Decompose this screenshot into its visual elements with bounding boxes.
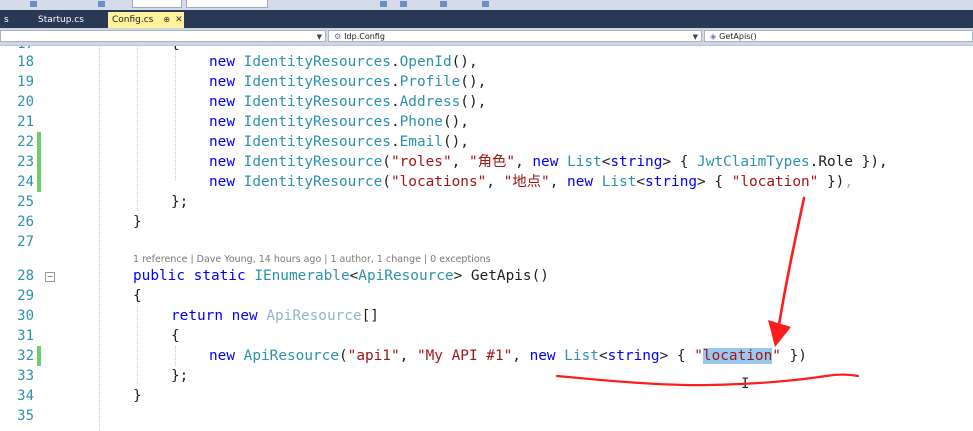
class-icon: ⚙ — [334, 32, 342, 41]
class-selector-label: Idp.Config — [344, 32, 385, 41]
line-code: return new ApiResource[] — [171, 308, 379, 324]
code-line: 35 — [0, 406, 973, 426]
format-icon[interactable] — [440, 1, 447, 7]
line-code: new ApiResource("api1", "My API #1", new… — [209, 348, 807, 364]
tab-label: Config.cs — [112, 15, 154, 25]
line-number: 32 — [17, 348, 34, 364]
collapse-icon[interactable]: − — [45, 272, 55, 282]
line-number: 34 — [17, 388, 34, 404]
line-code: new IdentityResources.Email(), — [209, 134, 469, 150]
close-icon[interactable]: ✕ — [175, 15, 183, 25]
code-line: 30 return new ApiResource[] — [0, 306, 973, 326]
code-line: 23 new IdentityResource("roles", "角色", n… — [0, 152, 973, 172]
bookmark-icon[interactable] — [482, 1, 489, 7]
code-line: 18 new IdentityResources.OpenId(), — [0, 52, 973, 72]
line-code: new IdentityResources.Profile(), — [209, 74, 487, 90]
line-code: { — [133, 288, 142, 304]
code-line: 20 new IdentityResources.Address(), — [0, 92, 973, 112]
line-code: } — [133, 388, 142, 404]
line-code: new IdentityResources.OpenId(), — [209, 54, 478, 70]
pin-icon[interactable]: ⊕ — [163, 15, 170, 24]
line-code: public static IEnumerable<ApiResource> G… — [133, 268, 549, 284]
code-line: 29 { — [0, 286, 973, 306]
line-code: new IdentityResources.Phone(), — [209, 114, 469, 130]
text-cursor-icon: I — [741, 376, 750, 392]
line-number: 28 — [17, 268, 34, 284]
line-number: 27 — [17, 234, 34, 250]
code-line: 22 new IdentityResources.Email(), — [0, 132, 973, 152]
line-code: }; — [171, 368, 189, 384]
code-line: 27 — [0, 232, 973, 252]
line-number: 18 — [17, 54, 34, 70]
code-line: 26 } — [0, 212, 973, 232]
code-line: 19 new IdentityResources.Profile(), — [0, 72, 973, 92]
line-number: 35 — [17, 408, 34, 424]
selected-text[interactable]: location — [702, 348, 773, 364]
tab-previous[interactable]: s — [0, 12, 13, 28]
code-line: 25 }; — [0, 192, 973, 212]
line-number: 22 — [17, 134, 34, 150]
forward-icon[interactable] — [98, 1, 105, 7]
line-code: new IdentityResources.Address(), — [209, 94, 487, 110]
line-code: { — [171, 328, 180, 344]
line-number: 33 — [17, 368, 34, 384]
project-selector[interactable]: ▼ — [0, 30, 326, 42]
line-code: new IdentityResource("locations", "地点", … — [209, 174, 853, 190]
platform-dropdown[interactable] — [186, 0, 268, 8]
line-number: 29 — [17, 288, 34, 304]
line-number: 20 — [17, 94, 34, 110]
change-marker — [37, 172, 41, 192]
line-number: 30 — [17, 308, 34, 324]
code-line: 21 new IdentityResources.Phone(), — [0, 112, 973, 132]
change-marker — [37, 132, 41, 152]
codelens-info[interactable]: 1 reference | Dave Young, 14 hours ago |… — [133, 253, 491, 267]
tab-startup-cs[interactable]: Startup.cs — [34, 12, 88, 28]
code-line: 31 { — [0, 326, 973, 346]
chevron-down-icon: ▼ — [692, 33, 698, 41]
line-number: 19 — [17, 74, 34, 90]
line-number: 26 — [17, 214, 34, 230]
back-icon[interactable] — [30, 1, 37, 7]
chevron-down-icon: ▼ — [316, 33, 322, 41]
tab-config-cs[interactable]: Config.cs ⊕ ✕ — [108, 12, 184, 28]
navigation-bar: ▼ ⚙ Idp.Config ▼ ◈ GetApis() — [0, 28, 973, 46]
line-number: 25 — [17, 194, 34, 210]
config-dropdown[interactable] — [132, 0, 182, 8]
tab-label: Startup.cs — [38, 15, 84, 25]
code-line: 32 new ApiResource("api1", "My API #1", … — [0, 346, 973, 366]
member-selector-label: GetApis() — [719, 32, 757, 41]
run-icon[interactable] — [380, 1, 387, 7]
code-line: 33 }; — [0, 366, 973, 386]
step-icon[interactable] — [400, 1, 407, 7]
code-line: 28 − public static IEnumerable<ApiResour… — [0, 266, 973, 286]
class-selector[interactable]: ⚙ Idp.Config ▼ — [328, 30, 702, 42]
code-line: 34 } — [0, 386, 973, 406]
line-number: 31 — [17, 328, 34, 344]
line-code: new IdentityResource("roles", "角色", new … — [209, 154, 888, 170]
code-editor[interactable]: 17 { 18 new IdentityResources.OpenId(), … — [0, 46, 973, 431]
document-tab-strip: s Startup.cs Config.cs ⊕ ✕ — [0, 10, 973, 28]
change-marker — [37, 346, 41, 366]
method-icon: ◈ — [710, 32, 717, 41]
code-line: 24 new IdentityResource("locations", "地点… — [0, 172, 973, 192]
toolbar-strip — [0, 0, 973, 10]
line-number: 21 — [17, 114, 34, 130]
member-selector[interactable]: ◈ GetApis() — [704, 30, 973, 42]
change-marker — [37, 152, 41, 172]
line-code: } — [133, 214, 142, 230]
codelens-partial — [133, 426, 433, 431]
line-number: 24 — [17, 174, 34, 190]
line-number: 23 — [17, 154, 34, 170]
line-code: }; — [171, 194, 189, 210]
tab-label: s — [4, 15, 9, 25]
